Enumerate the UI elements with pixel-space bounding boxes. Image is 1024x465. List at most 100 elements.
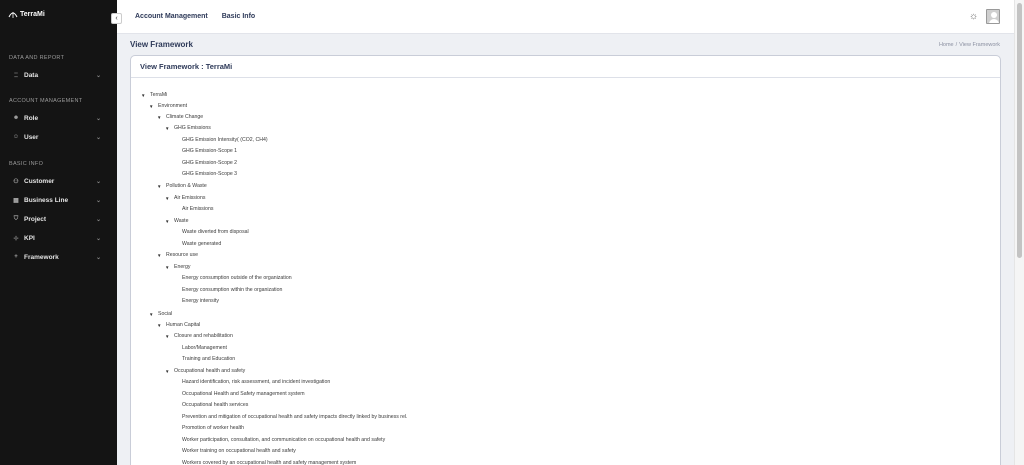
tree-node[interactable]: ▼ GHG Emissions bbox=[165, 125, 211, 131]
tree-node-label: Hazard identification, risk assessment, … bbox=[182, 379, 331, 385]
tree-node[interactable]: ▼ Energy bbox=[165, 264, 190, 270]
sidebar-item-label: Data bbox=[24, 71, 39, 79]
page-scrollbar[interactable] bbox=[1014, 0, 1024, 465]
tree-node[interactable]: Workers covered by an occupational healt… bbox=[173, 460, 356, 465]
chevron-down-icon: ⌄ bbox=[95, 72, 101, 79]
tree-node[interactable]: ▼ Resource use bbox=[157, 252, 198, 258]
app-logo[interactable]: TerraMi bbox=[8, 9, 45, 19]
tree-node[interactable]: Worker training on occupational health a… bbox=[173, 448, 296, 454]
tree-node[interactable]: ▼ Occupational health and safety bbox=[165, 368, 245, 374]
chevron-left-icon: ‹ bbox=[115, 15, 118, 22]
chevron-down-icon: ⌄ bbox=[95, 178, 101, 185]
tree-node[interactable]: Energy consumption within the organizati… bbox=[173, 287, 282, 293]
sidebar-collapse-button[interactable]: ‹ bbox=[111, 13, 122, 24]
tree-node[interactable]: Occupational Health and Safety managemen… bbox=[173, 391, 305, 397]
caret-down-icon[interactable]: ▼ bbox=[165, 265, 174, 270]
logo-icon bbox=[8, 9, 18, 19]
tree-node[interactable]: ▼ Closure and rehabilitation bbox=[165, 333, 233, 339]
tree-node-label: Pollution & Waste bbox=[166, 183, 207, 189]
caret-down-icon[interactable]: ▼ bbox=[165, 219, 174, 224]
tree-node[interactable]: ▼ Human Capital bbox=[157, 322, 200, 328]
caret-down-icon[interactable]: ▼ bbox=[157, 184, 166, 189]
top-nav-basic-info[interactable]: Basic Info bbox=[222, 13, 255, 20]
scrollbar-thumb[interactable] bbox=[1017, 3, 1022, 258]
caret-down-icon[interactable]: ▼ bbox=[165, 196, 174, 201]
tree-node-label: Energy intensity bbox=[182, 298, 219, 304]
tree-node[interactable]: Labor/Management bbox=[173, 345, 227, 351]
tree-node-label: Occupational health and safety bbox=[174, 368, 246, 374]
caret-down-icon[interactable]: ▼ bbox=[141, 93, 150, 98]
business-line-icon: ▦ bbox=[13, 197, 19, 204]
caret-down-icon[interactable]: ▼ bbox=[165, 334, 174, 339]
sidebar-item-label: Customer bbox=[24, 177, 55, 185]
sidebar-item-framework[interactable]: + Framework ⌄ bbox=[11, 251, 101, 263]
tree-node[interactable]: Energy intensity bbox=[173, 298, 219, 304]
tree-node-label: Climate Change bbox=[166, 114, 204, 120]
sidebar-item-data[interactable]: ⁚⁚ Data ⌄ bbox=[11, 69, 101, 81]
project-icon: ⛉ bbox=[13, 215, 19, 222]
tree-node[interactable]: ▼ Waste bbox=[165, 218, 189, 224]
sidebar-item-label: Project bbox=[24, 215, 47, 223]
tree-node-label: GHG Emission-Scope 3 bbox=[182, 171, 238, 177]
tree-node[interactable]: Energy consumption outside of the organi… bbox=[173, 275, 292, 281]
sidebar-item-business-line[interactable]: ▦ Business Line ⌄ bbox=[11, 194, 101, 206]
caret-down-icon[interactable]: ▼ bbox=[165, 369, 174, 374]
tree-node[interactable]: Hazard identification, risk assessment, … bbox=[173, 379, 330, 385]
section-title-data-report: DATA AND REPORT bbox=[9, 55, 65, 61]
tree-node[interactable]: ▼ Social bbox=[149, 311, 172, 317]
tree-node-label: Air Emissions bbox=[174, 195, 206, 201]
sun-icon[interactable]: ☼ bbox=[969, 11, 978, 22]
sidebar-item-project[interactable]: ⛉ Project ⌄ bbox=[11, 213, 101, 225]
tree-node[interactable]: Prevention and mitigation of occupationa… bbox=[173, 414, 408, 420]
tree-node[interactable]: Training and Education bbox=[173, 356, 235, 362]
tree-node[interactable]: Promotion of worker health bbox=[173, 425, 244, 431]
tree-node[interactable]: Waste generated bbox=[173, 241, 221, 247]
breadcrumb-home[interactable]: Home bbox=[939, 42, 954, 48]
caret-down-icon[interactable]: ▼ bbox=[157, 323, 166, 328]
tree-node[interactable]: ▼ Environment bbox=[149, 103, 187, 109]
tree-node[interactable]: GHG Emission-Scope 2 bbox=[173, 160, 237, 166]
tree-node[interactable]: Worker participation, consultation, and … bbox=[173, 437, 385, 443]
tree-node[interactable]: Air Emissions bbox=[173, 206, 213, 212]
logo-text: TerraMi bbox=[20, 10, 45, 18]
sidebar-item-customer[interactable]: ⚇ Customer ⌄ bbox=[11, 175, 101, 187]
caret-down-icon[interactable]: ▼ bbox=[149, 104, 158, 109]
tree-node-label: Social bbox=[158, 311, 173, 317]
breadcrumb-separator: / bbox=[955, 42, 958, 48]
caret-down-icon[interactable]: ▼ bbox=[165, 126, 174, 131]
tree-node[interactable]: Waste diverted from disposal bbox=[173, 229, 249, 235]
tree-node[interactable]: GHG Emission-Scope 3 bbox=[173, 171, 237, 177]
chevron-down-icon: ⌄ bbox=[95, 115, 101, 122]
section-title-basic-info: BASIC INFO bbox=[9, 161, 44, 167]
sidebar-item-kpi[interactable]: ⊹ KPI ⌄ bbox=[11, 232, 101, 244]
sidebar-item-label: Business Line bbox=[24, 196, 69, 204]
tree-node[interactable]: ▼ Climate Change bbox=[157, 114, 203, 120]
avatar-body bbox=[989, 19, 999, 23]
tree-node[interactable]: GHG Emission-Scope 1 bbox=[173, 148, 237, 154]
caret-down-icon[interactable]: ▼ bbox=[157, 253, 166, 258]
tree-node[interactable]: ▼ Pollution & Waste bbox=[157, 183, 207, 189]
top-nav-account-management[interactable]: Account Management bbox=[135, 13, 208, 20]
kpi-icon: ⊹ bbox=[13, 235, 19, 242]
tree-node-label: Worker participation, consultation, and … bbox=[182, 437, 386, 443]
top-header: Account Management Basic Info ☼ bbox=[117, 0, 1024, 34]
breadcrumb-current: View Framework bbox=[959, 42, 1000, 48]
role-icon: ☻ bbox=[12, 115, 20, 121]
tree-node[interactable]: ▼ TerraMi bbox=[141, 92, 167, 98]
tree-node-label: Prevention and mitigation of occupationa… bbox=[182, 414, 408, 420]
caret-down-icon[interactable]: ▼ bbox=[157, 115, 166, 120]
section-title-account-management: ACCOUNT MANAGEMENT bbox=[9, 98, 83, 104]
avatar[interactable] bbox=[986, 9, 1000, 24]
tree-node[interactable]: ▼ Air Emissions bbox=[165, 195, 205, 201]
user-icon: ☺ bbox=[12, 134, 20, 140]
tree-node[interactable]: GHG Emission Intensity( (CO2, CH4) bbox=[173, 137, 268, 143]
sidebar-item-role[interactable]: ☻ Role ⌄ bbox=[11, 112, 101, 124]
tree-node[interactable]: Occupational health services bbox=[173, 402, 248, 408]
sidebar-item-label: Role bbox=[24, 114, 39, 122]
caret-down-icon[interactable]: ▼ bbox=[149, 312, 158, 317]
tree-node-label: Worker training on occupational health a… bbox=[182, 448, 296, 454]
sidebar-item-user[interactable]: ☺ User ⌄ bbox=[11, 131, 101, 143]
tree-node-label: Occupational health services bbox=[182, 402, 249, 408]
chevron-down-icon: ⌄ bbox=[95, 134, 101, 141]
tree-node-label: GHG Emission-Scope 2 bbox=[182, 160, 238, 166]
